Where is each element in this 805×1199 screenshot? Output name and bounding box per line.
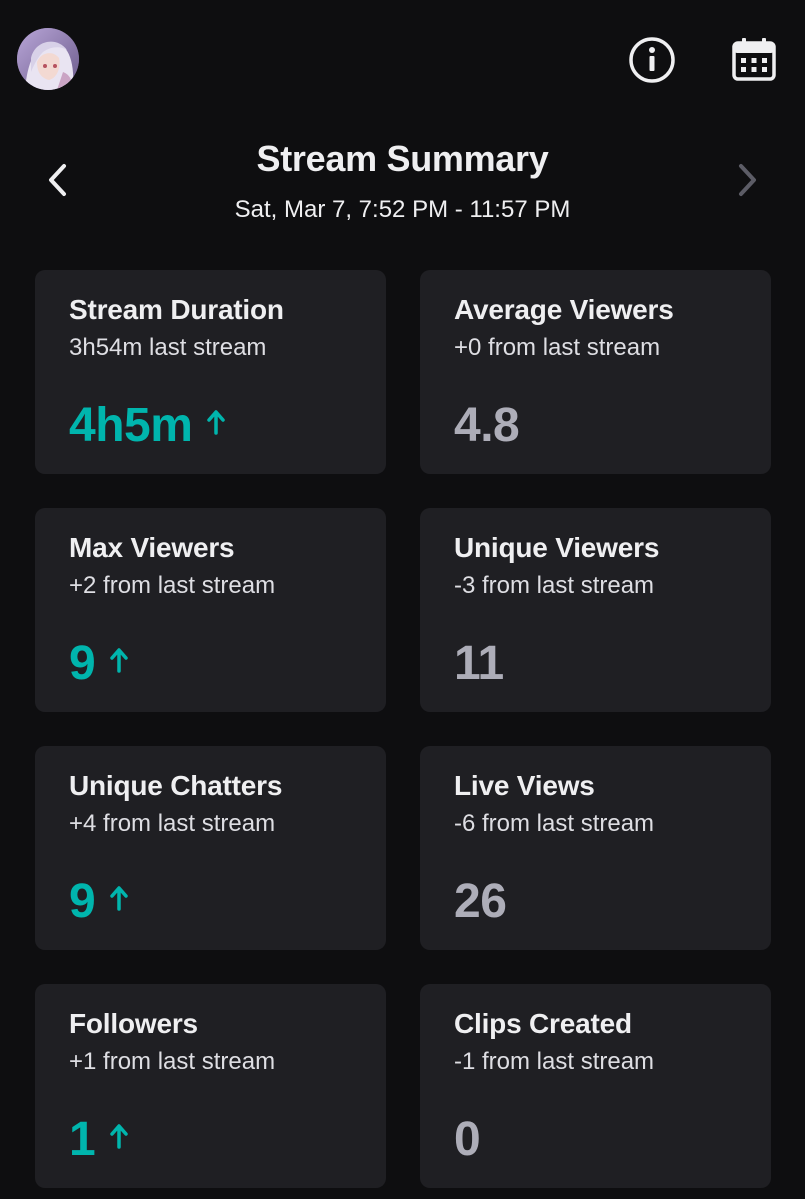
stat-card-followers: Followers +1 from last stream 1: [35, 984, 386, 1188]
arrow-up-icon: [206, 409, 226, 435]
stat-value-row: 0: [454, 1112, 481, 1168]
top-bar: [0, 0, 805, 120]
stat-card-average-viewers: Average Viewers +0 from last stream 4.8: [420, 270, 771, 474]
stat-value: 0: [454, 1113, 481, 1166]
stat-title: Live Views: [454, 770, 595, 801]
stat-comparison: +0 from last stream: [454, 334, 661, 361]
arrow-up-icon: [109, 885, 129, 911]
stat-title: Unique Chatters: [69, 770, 283, 801]
stat-card-live-views: Live Views -6 from last stream 26: [420, 746, 771, 950]
stat-comparison: +2 from last stream: [69, 572, 276, 599]
stat-title: Average Viewers: [454, 294, 674, 325]
stat-comparison: -6 from last stream: [454, 810, 655, 837]
stat-value-row: 4h5m: [69, 398, 226, 454]
page-title: Stream Summary: [256, 138, 549, 179]
stat-value-row: 9: [69, 636, 129, 692]
stat-card-unique-chatters: Unique Chatters +4 from last stream 9: [35, 746, 386, 950]
stat-value-row: 1: [69, 1112, 129, 1168]
calendar-button[interactable]: [730, 36, 778, 84]
arrow-up-icon: [109, 1123, 129, 1149]
stat-comparison: 3h54m last stream: [69, 334, 267, 361]
stat-card-stream-duration: Stream Duration 3h54m last stream 4h5m: [35, 270, 386, 474]
calendar-icon: [732, 38, 776, 81]
stat-title: Unique Viewers: [454, 532, 660, 563]
stat-comparison: -1 from last stream: [454, 1048, 655, 1075]
stat-card-max-viewers: Max Viewers +2 from last stream 9: [35, 508, 386, 712]
arrow-up-icon: [109, 647, 129, 673]
stat-value: 9: [69, 637, 96, 690]
stat-comparison: +1 from last stream: [69, 1048, 276, 1075]
stat-value: 4h5m: [69, 399, 193, 452]
stat-title: Followers: [69, 1008, 198, 1039]
stat-value-row: 11: [454, 636, 504, 692]
stat-value: 4.8: [454, 399, 520, 452]
avatar-image: [17, 28, 79, 90]
stat-comparison: -3 from last stream: [454, 572, 655, 599]
chevron-right-icon: [739, 164, 756, 196]
info-icon: [629, 37, 675, 83]
stat-value: 1: [69, 1113, 96, 1166]
stat-value-row: 9: [69, 874, 129, 930]
stat-card-unique-viewers: Unique Viewers -3 from last stream 11: [420, 508, 771, 712]
info-button[interactable]: [628, 36, 676, 84]
stats-grid: Stream Duration 3h54m last stream 4h5m A…: [35, 270, 771, 1188]
stat-title: Max Viewers: [69, 532, 235, 563]
stat-value: 9: [69, 875, 96, 928]
stat-title: Stream Duration: [69, 294, 284, 325]
summary-header: Stream Summary Sat, Mar 7, 7:52 PM - 11:…: [0, 130, 805, 230]
stat-value-row: 4.8: [454, 398, 520, 454]
stat-title: Clips Created: [454, 1008, 632, 1039]
avatar[interactable]: [17, 28, 79, 90]
stat-comparison: +4 from last stream: [69, 810, 276, 837]
next-stream-button[interactable]: [725, 158, 769, 202]
date-range: Sat, Mar 7, 7:52 PM - 11:57 PM: [234, 196, 571, 223]
stat-value: 26: [454, 875, 507, 928]
stat-value: 11: [454, 637, 504, 690]
stat-card-clips-created: Clips Created -1 from last stream 0: [420, 984, 771, 1188]
stat-value-row: 26: [454, 874, 507, 930]
